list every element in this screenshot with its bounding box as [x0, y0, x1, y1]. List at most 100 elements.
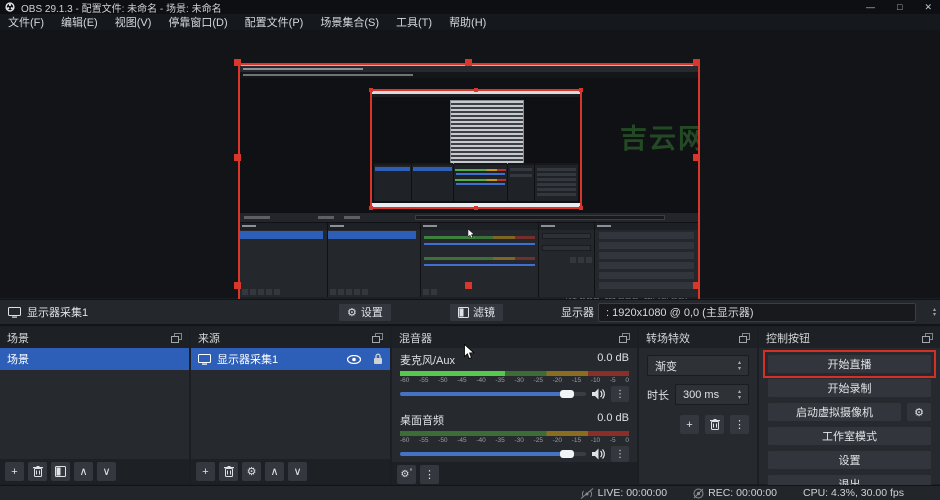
close-button[interactable]: ✕ — [924, 2, 932, 13]
duration-input[interactable]: 300 ms ▴▾ — [675, 384, 749, 405]
lock-icon[interactable] — [373, 353, 383, 365]
meter-tick: -35 — [495, 377, 504, 384]
gear-icon: ⚙ — [347, 306, 357, 319]
scenes-toolbar: + ∧ ∨ — [0, 459, 189, 484]
meter-tick: -60 — [400, 437, 409, 444]
mixer-channel-desktop: 桌面音频 0.0 dB -60-55-50-45-40-35-30-25-20-… — [392, 408, 637, 462]
channel-name: 桌面音频 — [400, 412, 444, 428]
start-streaming-button[interactable]: 开始直播 — [767, 354, 932, 374]
menu-item[interactable]: 帮助(H) — [449, 14, 486, 30]
mini-cursor — [468, 229, 475, 239]
meter-tick: 0 — [625, 437, 629, 444]
selection-handle[interactable] — [693, 59, 700, 66]
mouse-cursor — [464, 344, 475, 360]
meter-scale: -60-55-50-45-40-35-30-25-20-15-10-50 — [400, 437, 629, 444]
virtual-camera-settings-button[interactable]: ⚙ — [906, 402, 932, 422]
add-source-button[interactable]: + — [196, 462, 215, 481]
sources-toolbar: + ⚙ ∧ ∨ — [191, 459, 390, 484]
scene-item[interactable]: 场景 — [0, 348, 189, 370]
meter-tick: -50 — [438, 377, 447, 384]
volume-meter — [400, 371, 629, 376]
menu-item[interactable]: 文件(F) — [8, 14, 44, 30]
volume-slider[interactable] — [400, 392, 586, 396]
selection-handle[interactable] — [693, 154, 700, 161]
popout-icon[interactable] — [922, 333, 933, 343]
transitions-dock: 转场特效 渐变 ▴▾ 时长 300 ms ▴▾ + ⋮ — [639, 327, 757, 484]
studio-mode-button[interactable]: 工作室模式 — [767, 426, 932, 446]
move-source-down-button[interactable]: ∨ — [288, 462, 307, 481]
trash-icon — [33, 466, 43, 477]
meter-tick: -35 — [495, 437, 504, 444]
watermark-text: 吉云网 — [620, 117, 700, 156]
meter-tick: -45 — [457, 437, 466, 444]
start-recording-button[interactable]: 开始录制 — [767, 378, 932, 398]
menu-item[interactable]: 停靠窗口(D) — [168, 14, 227, 30]
mixer-menu-button[interactable]: ⋮ — [420, 465, 439, 484]
minimize-button[interactable]: — — [866, 2, 875, 12]
display-select[interactable]: : 1920x1080 @ 0,0 (主显示器) — [598, 303, 916, 322]
preview-canvas: LIVE: 00:00:00REC: 00:00:00CPU: 4.3%, 30… — [0, 30, 940, 298]
popout-icon[interactable] — [372, 333, 383, 343]
source-settings-button[interactable]: ⚙ 设置 — [338, 303, 392, 322]
meter-tick: -15 — [572, 377, 581, 384]
maximize-button[interactable]: □ — [897, 2, 902, 12]
menu-item[interactable]: 工具(T) — [396, 14, 432, 30]
meter-tick: -10 — [591, 437, 600, 444]
move-source-up-button[interactable]: ∧ — [265, 462, 284, 481]
meter-tick: 0 — [625, 377, 629, 384]
move-scene-up-button[interactable]: ∧ — [74, 462, 93, 481]
meter-tick: -55 — [419, 377, 428, 384]
remove-transition-button[interactable] — [705, 415, 724, 434]
selection-handle[interactable] — [693, 282, 700, 289]
meter-tick: -30 — [514, 377, 523, 384]
source-filters-button[interactable]: 滤镜 — [449, 303, 504, 322]
meter-scale: -60-55-50-45-40-35-30-25-20-15-10-50 — [400, 377, 629, 384]
meter-tick: -20 — [553, 377, 562, 384]
transition-properties-button[interactable]: ⋮ — [730, 415, 749, 434]
visibility-eye-icon[interactable] — [347, 355, 361, 364]
move-scene-down-button[interactable]: ∨ — [97, 462, 116, 481]
settings-button[interactable]: 设置 — [767, 450, 932, 470]
menu-item[interactable]: 场景集合(S) — [320, 14, 379, 30]
speaker-icon[interactable] — [592, 448, 605, 460]
start-virtual-camera-button[interactable]: 启动虚拟摄像机 — [767, 402, 902, 422]
duration-label: 时长 — [647, 387, 669, 403]
remove-scene-button[interactable] — [28, 462, 47, 481]
transition-select[interactable]: 渐变 ▴▾ — [647, 355, 749, 376]
monitor-icon — [8, 307, 21, 318]
menu-item[interactable]: 视图(V) — [115, 14, 152, 30]
popout-icon[interactable] — [171, 333, 182, 343]
channel-menu-button[interactable]: ⋮ — [611, 386, 629, 402]
popout-icon[interactable] — [619, 333, 630, 343]
speaker-icon[interactable] — [592, 388, 605, 400]
mixer-dock-header: 混音器 — [392, 327, 637, 348]
controls-dock: 控制按钮 开始直播 开始录制 启动虚拟摄像机 ⚙ 工作室模式 设置 退出 — [759, 327, 940, 484]
record-status-icon — [693, 488, 704, 499]
source-item[interactable]: 显示器采集1 — [191, 348, 390, 370]
selection-handle[interactable] — [234, 282, 241, 289]
meter-tick: -60 — [400, 377, 409, 384]
captured-screen-miniature: LIVE: 00:00:00REC: 00:00:00CPU: 4.3%, 30… — [240, 65, 698, 318]
selected-source-name: 显示器采集1 — [27, 304, 88, 320]
popout-icon[interactable] — [739, 333, 750, 343]
advanced-audio-button[interactable]: ⚙° — [397, 465, 416, 484]
menu-bar: 文件(F) 编辑(E) 视图(V) 停靠窗口(D) 配置文件(P) 场景集合(S) 工具(T… — [0, 14, 940, 30]
selection-handle[interactable] — [465, 59, 472, 66]
source-properties-button[interactable]: ⚙ — [242, 462, 261, 481]
filters-icon — [55, 466, 66, 477]
remove-source-button[interactable] — [219, 462, 238, 481]
selection-handle[interactable] — [234, 59, 241, 66]
add-scene-button[interactable]: + — [5, 462, 24, 481]
channel-menu-button[interactable]: ⋮ — [611, 446, 629, 462]
menu-item[interactable]: 编辑(E) — [61, 14, 98, 30]
meter-tick: -30 — [514, 437, 523, 444]
volume-slider[interactable] — [400, 452, 586, 456]
scene-filters-button[interactable] — [51, 462, 70, 481]
selection-handle[interactable] — [234, 154, 241, 161]
properties-spinner[interactable]: ▴▾ — [933, 307, 936, 317]
menu-item[interactable]: 配置文件(P) — [245, 14, 304, 30]
selection-handle[interactable] — [465, 282, 472, 289]
add-transition-button[interactable]: + — [680, 415, 699, 434]
status-bar: LIVE: 00:00:00 REC: 00:00:00 CPU: 4.3%, … — [0, 485, 940, 500]
meter-tick: -15 — [572, 437, 581, 444]
